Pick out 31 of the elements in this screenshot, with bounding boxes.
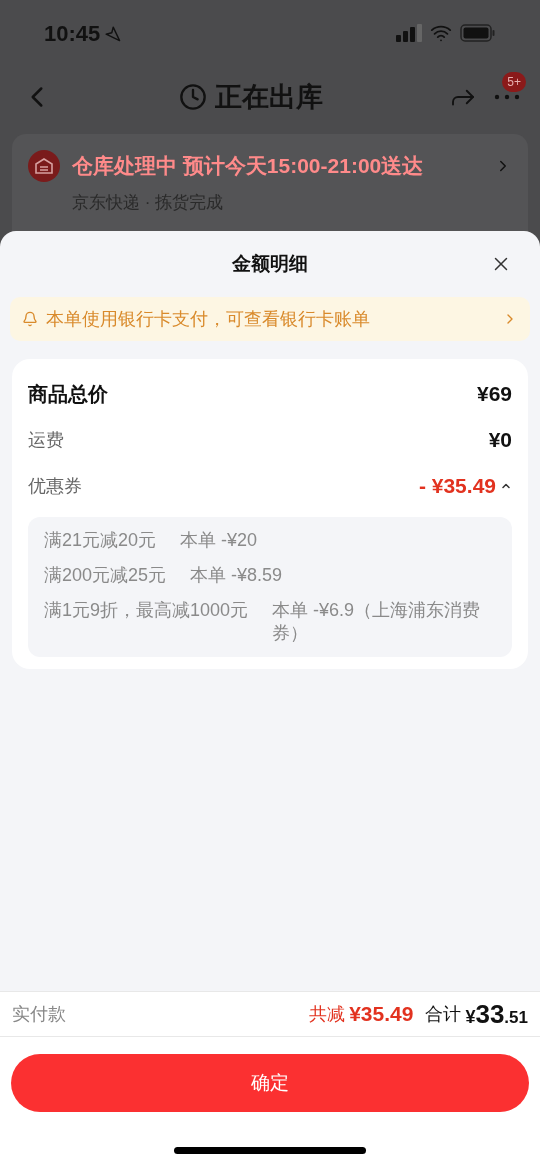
price-value: ¥69 <box>476 381 512 408</box>
price-value: ¥0 <box>488 427 512 454</box>
coupon-rule: 满200元减25元 <box>44 564 167 587</box>
status-time: 10:45 <box>44 19 101 48</box>
coupon-amount: 本单 -¥6.9（上海浦东消费券） <box>272 599 482 645</box>
location-arrow-icon <box>104 24 122 42</box>
more-icon[interactable] <box>494 94 520 100</box>
total-amount: ¥33.51 <box>465 997 528 1031</box>
bell-icon <box>22 311 38 327</box>
bank-card-notice[interactable]: 本单使用银行卡支付，可查看银行卡账单 <box>10 297 530 341</box>
price-label: 运费 <box>28 428 64 452</box>
warehouse-icon <box>28 150 60 182</box>
coupon-toggle[interactable]: - ¥35.49 <box>418 470 512 502</box>
delivery-status: 仓库处理中 预计今天15:00-21:00送达 <box>72 153 424 179</box>
sheet-title: 金额明细 <box>232 251 308 276</box>
summary-label: 实付款 <box>12 1002 67 1026</box>
coupon-rule: 满21元减20元 <box>44 529 157 552</box>
saved-label: 共减 <box>309 1002 346 1026</box>
coupon-rule: 满1元9折，最高减1000元 <box>44 599 249 622</box>
price-label: 商品总价 <box>28 382 108 407</box>
coupon-amount: 本单 -¥20 <box>180 529 258 552</box>
page-title: 正在出库 <box>215 80 323 114</box>
total-label: 合计 <box>425 1002 462 1026</box>
clock-icon <box>179 83 207 111</box>
notification-badge: 5+ <box>502 72 526 92</box>
coupon-amount: 本单 -¥8.59 <box>190 564 283 587</box>
signal-icon <box>396 24 422 42</box>
saved-amount: ¥35.49 <box>349 1001 414 1028</box>
confirm-button[interactable]: 确定 <box>11 1054 529 1112</box>
price-label: 优惠券 <box>28 474 82 498</box>
battery-icon <box>460 24 496 42</box>
